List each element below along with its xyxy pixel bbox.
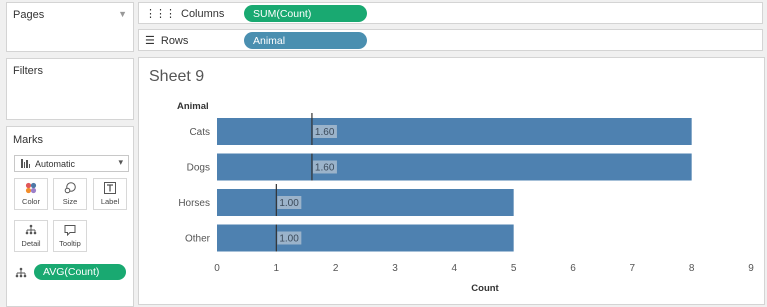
mark-type-select[interactable]: Automatic ▾ (14, 155, 129, 172)
columns-shelf-label: ⋮⋮⋮ Columns (145, 7, 225, 21)
reference-label: 1.00 (279, 198, 299, 209)
detail-label: Detail (21, 239, 41, 248)
x-tick-label: 5 (511, 263, 517, 274)
category-label: Cats (189, 127, 210, 138)
pages-title: Pages (13, 9, 45, 21)
size-icon (64, 182, 76, 194)
category-label: Dogs (187, 163, 210, 174)
dropdown-arrow-icon: ▾ (118, 157, 123, 167)
sum-count-pill-label: SUM(Count) (253, 7, 312, 20)
bar[interactable] (217, 189, 514, 216)
reference-label: 1.60 (315, 127, 335, 138)
color-label: Color (22, 197, 40, 206)
row-header: Animal (177, 101, 209, 112)
detail-icon (25, 224, 37, 236)
tooltip-button[interactable]: Tooltip (53, 220, 87, 252)
size-label: Size (62, 197, 78, 206)
tooltip-label: Tooltip (59, 239, 81, 248)
bar[interactable] (217, 224, 514, 252)
label-icon (104, 182, 116, 194)
bar[interactable] (217, 153, 692, 181)
columns-shelf[interactable]: ⋮⋮⋮ Columns SUM(Count) (138, 2, 763, 24)
label-button[interactable]: Label (93, 178, 127, 210)
pages-card: Pages ▼ (6, 2, 134, 52)
x-tick-label: 2 (333, 263, 339, 274)
label-label: Label (100, 197, 120, 206)
x-tick-label: 7 (630, 263, 636, 274)
columns-label: Columns (181, 7, 225, 20)
x-tick-label: 0 (214, 263, 220, 274)
x-tick-label: 4 (452, 263, 458, 274)
tooltip-icon (64, 224, 76, 237)
sum-count-pill[interactable]: SUM(Count) (244, 5, 367, 22)
filters-card[interactable]: Filters (6, 58, 134, 120)
avg-count-pill-label: AVG(Count) (43, 266, 100, 278)
rows-icon: ☰ (145, 35, 155, 47)
rows-shelf-label: ☰ Rows (145, 34, 189, 48)
rows-label: Rows (160, 34, 189, 47)
detail-button[interactable]: Detail (14, 220, 48, 252)
marks-title: Marks (13, 134, 43, 146)
x-tick-label: 1 (274, 263, 280, 274)
size-button[interactable]: Size (53, 178, 87, 210)
rows-shelf[interactable]: ☰ Rows Animal (138, 29, 763, 51)
category-label: Other (185, 234, 211, 245)
x-tick-label: 9 (748, 263, 754, 274)
mark-type-label: Automatic (35, 158, 76, 169)
bar-chart: Animal Count Cats 1.60 Dogs 1.60 Horses 1.00 O… (177, 101, 754, 294)
animal-pill-label: Animal (253, 34, 286, 47)
bar[interactable] (217, 118, 692, 145)
detail-icon (15, 266, 27, 284)
x-tick-label: 6 (570, 263, 576, 274)
color-icon (25, 182, 37, 194)
chevron-down-icon[interactable]: ▼ (118, 9, 127, 19)
filters-title: Filters (13, 65, 43, 77)
avg-count-pill[interactable]: AVG(Count) (34, 264, 126, 280)
columns-icon: ⋮⋮⋮ (145, 8, 176, 20)
color-button[interactable]: Color (14, 178, 48, 210)
x-axis-title: Count (471, 283, 499, 294)
marks-card: Marks Automatic ▾ Color Size Label Detai… (6, 126, 134, 307)
category-label: Horses (178, 198, 210, 209)
x-tick-label: 8 (689, 263, 695, 274)
sheet-view: Sheet 9 Animal Count Cats 1.60 Dogs 1.60 Hor… (138, 57, 765, 305)
x-tick-label: 3 (392, 263, 398, 274)
animal-pill[interactable]: Animal (244, 32, 367, 49)
reference-label: 1.60 (315, 163, 335, 174)
reference-label: 1.00 (279, 234, 299, 245)
bar-chart-icon (21, 159, 30, 168)
